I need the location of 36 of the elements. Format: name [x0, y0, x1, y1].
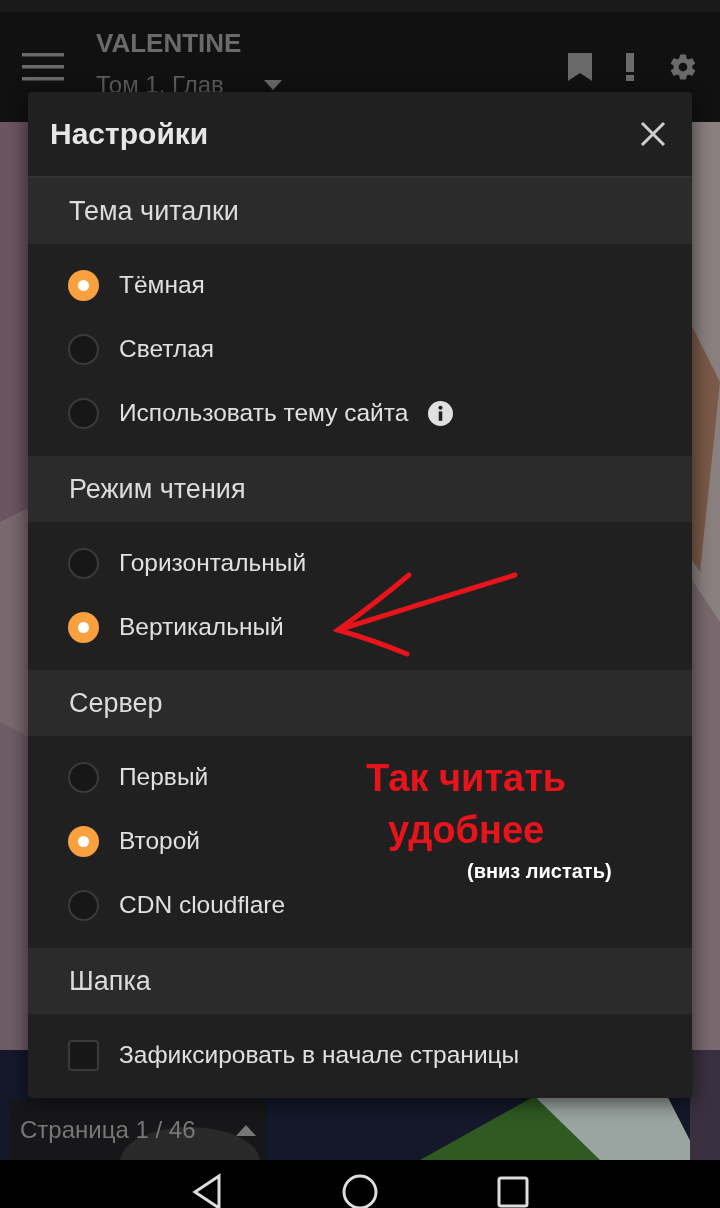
bookmark-icon[interactable] — [568, 53, 592, 81]
section-heading: Режим чтения — [28, 456, 692, 522]
option-label[interactable]: CDN cloudflare — [119, 891, 286, 919]
radio-button[interactable] — [68, 547, 99, 579]
exclamation-icon[interactable] — [626, 53, 634, 81]
radio-button[interactable] — [68, 761, 99, 793]
checkbox[interactable] — [68, 1039, 99, 1071]
menu-icon[interactable] — [22, 53, 64, 81]
option-label[interactable]: Горизонтальный — [119, 549, 307, 577]
radio-button[interactable] — [68, 397, 99, 429]
dialog-title: Настройки — [50, 117, 209, 151]
option-label[interactable]: Второй — [119, 827, 201, 855]
annotation-text: Так читать — [366, 756, 567, 801]
radio-button[interactable] — [68, 333, 99, 365]
radio-button[interactable] — [68, 889, 99, 921]
option-label[interactable]: Использовать тему сайта — [119, 399, 409, 427]
caret-up-icon — [236, 1124, 256, 1136]
page-selector[interactable]: Страница 1 / 46 — [10, 1100, 266, 1160]
radio-button[interactable] — [68, 611, 99, 643]
radio-button[interactable] — [68, 825, 99, 857]
comic-title: VALENTINE — [96, 28, 243, 59]
dropdown-caret-icon[interactable] — [263, 80, 282, 90]
section-heading: Шапка — [28, 948, 692, 1014]
info-icon[interactable] — [428, 400, 454, 426]
option-label[interactable]: Первый — [119, 763, 209, 791]
settings-icon[interactable] — [668, 52, 698, 82]
annotation-text: удобнее — [387, 808, 545, 853]
option-label[interactable]: Вертикальный — [119, 613, 284, 641]
radio-button[interactable] — [68, 269, 99, 301]
section-heading: Сервер — [28, 670, 692, 736]
option-label[interactable]: Тёмная — [119, 271, 205, 299]
section-heading: Тема читалки — [28, 178, 692, 244]
option-label[interactable]: Светлая — [119, 335, 215, 363]
annotation-note: (вниз листать) — [467, 860, 612, 883]
option-label[interactable]: Зафиксировать в начале страницы — [119, 1041, 520, 1069]
home-icon[interactable] — [340, 1172, 380, 1208]
